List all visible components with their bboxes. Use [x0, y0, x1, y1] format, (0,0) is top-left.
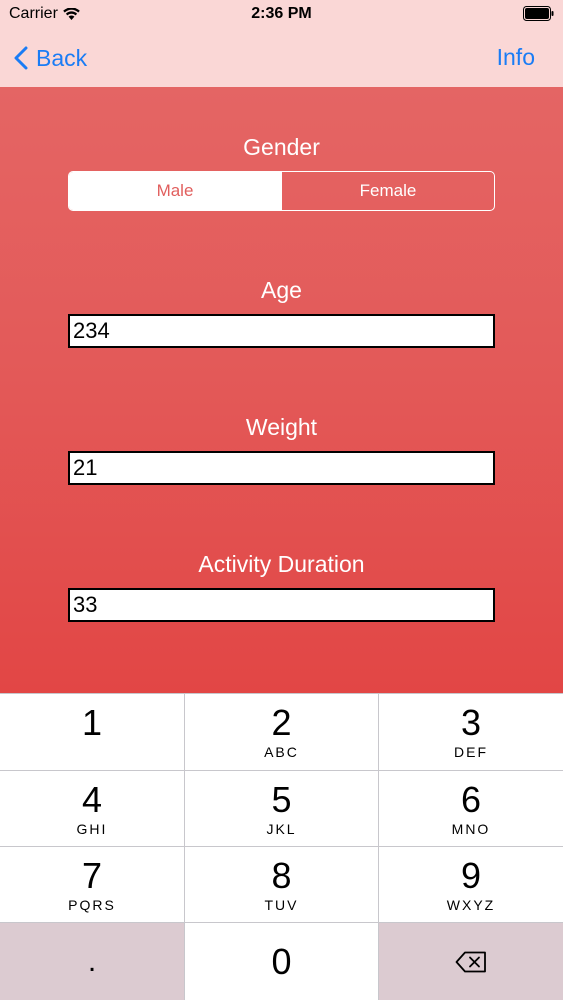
- key-letters: ABC: [264, 744, 299, 760]
- key-letters: GHI: [76, 820, 108, 837]
- battery-icon: [523, 6, 554, 21]
- key-decimal[interactable]: .: [0, 922, 185, 1000]
- key-digit: 6: [460, 778, 482, 820]
- key-digit: 9: [460, 854, 482, 896]
- activity-duration-input[interactable]: 33: [68, 588, 495, 622]
- status-time: 2:36 PM: [251, 5, 312, 22]
- age-label: Age: [261, 277, 302, 303]
- numeric-keypad: 1 2 ABC 3 DEF 4 GHI 5 JKL 6 MNO 7 PQRS 8…: [0, 693, 563, 1000]
- key-letters: DEF: [454, 744, 488, 760]
- key-9[interactable]: 9 WXYZ: [379, 846, 563, 922]
- key-6[interactable]: 6 MNO: [379, 770, 563, 846]
- back-label: Back: [36, 44, 88, 71]
- key-letters: PQRS: [68, 896, 116, 913]
- key-digit: 4: [81, 778, 103, 820]
- weight-label: Weight: [245, 414, 318, 440]
- top-bar: Carrier 2:36 PM Back Info: [0, 0, 563, 87]
- key-digit: 3: [460, 702, 482, 743]
- key-2[interactable]: 2 ABC: [185, 693, 379, 770]
- form-area: Gender Male Female Age 234 Weight 21 Act…: [0, 87, 563, 693]
- gender-label: Gender: [243, 134, 320, 160]
- back-button[interactable]: Back: [14, 42, 87, 74]
- key-digit: 7: [81, 854, 103, 896]
- gender-option-female[interactable]: Female: [281, 172, 494, 210]
- key-letters: JKL: [266, 820, 297, 837]
- backspace-icon: [455, 951, 486, 972]
- key-digit: .: [87, 944, 97, 978]
- key-letters: TUV: [264, 896, 299, 913]
- key-letters: MNO: [451, 820, 491, 837]
- activity-duration-label: Activity Duration: [198, 551, 365, 577]
- key-5[interactable]: 5 JKL: [185, 770, 379, 846]
- key-digit: 2: [271, 702, 292, 743]
- key-delete[interactable]: [379, 922, 563, 1000]
- gender-segmented-control: Male Female: [68, 171, 495, 211]
- key-letters: WXYZ: [446, 896, 496, 913]
- key-7[interactable]: 7 PQRS: [0, 846, 185, 922]
- key-0[interactable]: 0: [185, 922, 379, 1000]
- key-8[interactable]: 8 TUV: [185, 846, 379, 922]
- info-button[interactable]: Info: [497, 44, 535, 71]
- key-4[interactable]: 4 GHI: [0, 770, 185, 846]
- key-digit: 5: [271, 778, 292, 820]
- chevron-left-icon: [14, 46, 28, 70]
- key-3[interactable]: 3 DEF: [379, 693, 563, 770]
- age-input[interactable]: 234: [68, 314, 495, 348]
- gender-option-male[interactable]: Male: [69, 172, 281, 210]
- key-digit: 1: [81, 702, 103, 743]
- key-digit: 0: [271, 940, 292, 982]
- key-1[interactable]: 1: [0, 693, 185, 770]
- key-digit: 8: [271, 854, 292, 896]
- status-bar: Carrier 2:36 PM: [0, 0, 563, 30]
- weight-input[interactable]: 21: [68, 451, 495, 485]
